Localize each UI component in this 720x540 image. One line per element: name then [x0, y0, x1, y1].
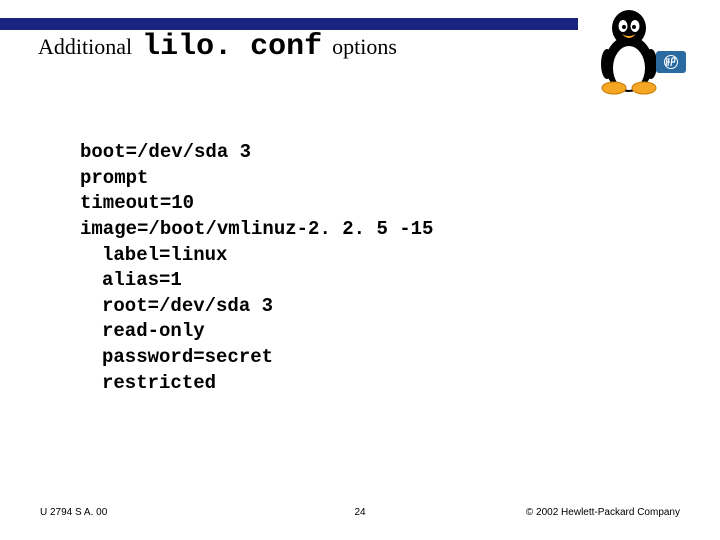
config-block: boot=/dev/sda 3 prompt timeout=10 image=… — [80, 140, 433, 396]
tux-penguin-icon — [594, 6, 664, 96]
title-post-text: options — [332, 34, 397, 60]
logo-area — [580, 6, 690, 101]
config-line: timeout=10 — [80, 191, 433, 217]
config-line: label=linux — [80, 243, 433, 269]
config-line: prompt — [80, 166, 433, 192]
footer-left: U 2794 S A. 00 — [40, 507, 107, 518]
title-code-text: lilo. conf — [142, 30, 322, 64]
hp-logo-icon — [656, 51, 686, 73]
config-line: read-only — [80, 319, 433, 345]
config-line: boot=/dev/sda 3 — [80, 140, 433, 166]
config-line: image=/boot/vmlinuz-2. 2. 5 -15 — [80, 217, 433, 243]
config-line: root=/dev/sda 3 — [80, 294, 433, 320]
footer-copyright: © 2002 Hewlett-Packard Company — [526, 507, 680, 518]
title-pre-text: Additional — [38, 34, 132, 60]
slide-number: 24 — [354, 507, 365, 518]
config-line: alias=1 — [80, 268, 433, 294]
config-line: restricted — [80, 371, 433, 397]
slide-footer: U 2794 S A. 00 24 © 2002 Hewlett-Packard… — [40, 507, 680, 518]
slide-title: Additional lilo. conf options — [38, 30, 405, 64]
header-bar — [0, 18, 578, 30]
config-line: password=secret — [80, 345, 433, 371]
